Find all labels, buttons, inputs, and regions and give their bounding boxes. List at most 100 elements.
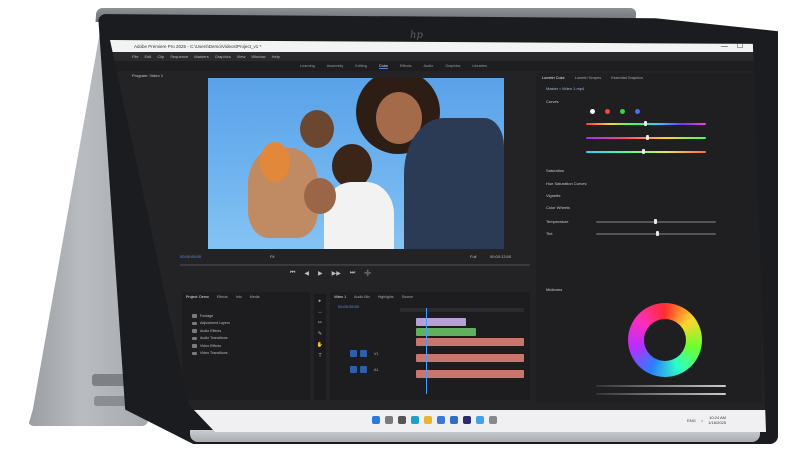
- language-indicator[interactable]: ENG: [687, 418, 696, 423]
- timeline-tabs: Video 1 Audio Mix Highlights Source: [330, 292, 530, 302]
- tab-libraries[interactable]: Libraries: [472, 64, 487, 68]
- color-wheels-label[interactable]: Color Wheels: [546, 205, 570, 210]
- curve-green-dot[interactable]: [620, 109, 625, 114]
- tab-learning[interactable]: Learning: [300, 64, 315, 68]
- tab-lumetri-scopes[interactable]: Lumetri Scopes: [575, 76, 601, 80]
- wheel-luma-slider[interactable]: [596, 385, 726, 387]
- curve-blue-dot[interactable]: [635, 109, 640, 114]
- tab-info[interactable]: Info: [236, 295, 242, 299]
- curve-red-dot[interactable]: [605, 109, 610, 114]
- photos-icon[interactable]: [476, 416, 484, 424]
- temperature-knob[interactable]: [654, 219, 657, 224]
- menu-sequence[interactable]: Sequence: [170, 54, 188, 59]
- mail-icon[interactable]: [450, 416, 458, 424]
- edge-icon[interactable]: [411, 416, 419, 424]
- playhead[interactable]: [426, 308, 427, 394]
- menu-file[interactable]: File: [132, 54, 138, 59]
- tab-editing[interactable]: Editing: [355, 64, 367, 68]
- quality-dropdown[interactable]: Full: [470, 254, 476, 259]
- project-tabs: Project: Demo Effects Info Media: [182, 292, 310, 302]
- tab-graphics[interactable]: Graphics: [445, 64, 460, 68]
- clock[interactable]: 10:24 AM 1/16/2025: [708, 415, 726, 425]
- clip-v2[interactable]: [416, 328, 476, 336]
- add-marker-icon[interactable]: ➕: [364, 270, 371, 277]
- tab-assembly[interactable]: Assembly: [327, 64, 343, 68]
- razor-tool-icon[interactable]: ✂: [318, 320, 322, 326]
- fit-dropdown[interactable]: Fit: [270, 254, 274, 259]
- wheel-sat-slider[interactable]: [596, 393, 726, 395]
- track-header-v1[interactable]: [360, 350, 367, 357]
- curve-white-dot[interactable]: [590, 109, 595, 114]
- menu-help[interactable]: Help: [272, 54, 280, 59]
- settings-icon[interactable]: [489, 416, 497, 424]
- go-to-in-icon[interactable]: ⏮: [290, 270, 295, 277]
- track-header-v1[interactable]: [350, 350, 357, 357]
- menu-clip[interactable]: Clip: [157, 54, 164, 59]
- ripple-edit-tool-icon[interactable]: ↔: [318, 309, 323, 315]
- tab-audio-mix[interactable]: Audio Mix: [354, 295, 370, 299]
- step-back-icon[interactable]: ◀: [304, 270, 309, 277]
- tab-highlights[interactable]: Highlights: [378, 295, 394, 299]
- tab-effects[interactable]: Effects: [400, 64, 412, 68]
- menu-edit[interactable]: Edit: [144, 54, 151, 59]
- clip-a1[interactable]: [416, 354, 524, 362]
- hue-slider-knob[interactable]: [644, 121, 647, 126]
- program-monitor-video[interactable]: [208, 78, 504, 249]
- tab-essential-graphics[interactable]: Essential Graphics: [611, 76, 643, 80]
- tab-sequence-video-1[interactable]: Video 1: [334, 295, 346, 299]
- vignette-label[interactable]: Vignette: [546, 193, 561, 198]
- timeline-ruler[interactable]: [400, 308, 524, 312]
- list-item[interactable]: Video Effects: [192, 342, 230, 350]
- curves-section[interactable]: Curves: [546, 99, 559, 104]
- lumetri-source[interactable]: Master • Video 1.mp4: [546, 86, 584, 91]
- color-wheel[interactable]: [628, 303, 702, 377]
- current-timecode[interactable]: 00:00:05:00: [180, 254, 201, 259]
- luma-slider-knob[interactable]: [642, 149, 645, 154]
- luma-slider[interactable]: [586, 151, 706, 153]
- hue-sat-curves-label[interactable]: Hue Saturation Curves: [546, 181, 586, 186]
- list-item[interactable]: Audio Effects: [192, 327, 230, 335]
- tab-source[interactable]: Source: [402, 295, 413, 299]
- wifi-icon[interactable]: ○: [701, 418, 703, 423]
- menu-view[interactable]: View: [237, 54, 246, 59]
- program-monitor-label[interactable]: Program: Video 1: [132, 73, 163, 78]
- project-bin-list: Footage Adjustment Layers Audio Effects …: [192, 312, 230, 357]
- explorer-icon[interactable]: [424, 416, 432, 424]
- clip-a2[interactable]: [416, 370, 524, 378]
- pen-tool-icon[interactable]: ✎: [318, 331, 322, 337]
- store-icon[interactable]: [437, 416, 445, 424]
- selection-tool-icon[interactable]: ▸: [319, 298, 322, 304]
- saturation-slider-knob[interactable]: [646, 135, 649, 140]
- list-item[interactable]: Audio Transitions: [192, 335, 230, 343]
- tab-media[interactable]: Media: [250, 295, 260, 299]
- track-label-a1: A1: [374, 368, 379, 372]
- clip-v1[interactable]: [416, 338, 524, 346]
- tab-effects-panel[interactable]: Effects: [217, 295, 228, 299]
- list-item[interactable]: Footage: [192, 312, 230, 320]
- menu-window[interactable]: Window: [251, 54, 265, 59]
- type-tool-icon[interactable]: T: [318, 353, 321, 359]
- tab-audio[interactable]: Audio: [424, 64, 434, 68]
- monitor-controls: 00:00:05:00 Fit Full 00:00:13:00 ⏮ ◀ ▶ ▶…: [180, 252, 530, 282]
- list-item[interactable]: Video Transitions: [192, 350, 230, 358]
- tab-project[interactable]: Project: Demo: [186, 295, 209, 299]
- timeline-timecode[interactable]: 00:00:05:00: [338, 304, 359, 309]
- hand-tool-icon[interactable]: ✋: [317, 342, 323, 348]
- menu-graphics[interactable]: Graphics: [215, 54, 231, 59]
- clip-v3[interactable]: [416, 318, 466, 326]
- start-icon[interactable]: [372, 416, 380, 424]
- playback-scrubber[interactable]: [180, 264, 530, 266]
- go-to-out-icon[interactable]: ⏭: [350, 270, 355, 277]
- menu-markers[interactable]: Markers: [194, 54, 208, 59]
- list-item[interactable]: Adjustment Layers: [192, 320, 230, 328]
- step-forward-icon[interactable]: ▶▶: [332, 270, 341, 277]
- track-header-a1[interactable]: [360, 366, 367, 373]
- track-header-a1[interactable]: [350, 366, 357, 373]
- tab-lumetri-color[interactable]: Lumetri Color: [542, 76, 565, 80]
- premiere-icon[interactable]: [463, 416, 471, 424]
- task-view-icon[interactable]: [398, 416, 406, 424]
- tab-color[interactable]: Color: [378, 64, 388, 69]
- tint-knob[interactable]: [656, 231, 659, 236]
- play-icon[interactable]: ▶: [318, 270, 323, 277]
- search-icon[interactable]: [385, 416, 393, 424]
